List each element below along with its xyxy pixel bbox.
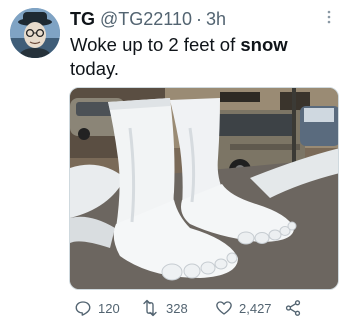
tweet-text-part: today. [70, 58, 120, 79]
reply-button[interactable]: 120 [74, 299, 120, 317]
retweet-icon [143, 299, 157, 317]
retweet-button[interactable]: 328 [140, 299, 188, 317]
tweet-photo[interactable] [69, 87, 339, 290]
like-button[interactable]: 2,427 [215, 299, 272, 317]
reply-icon [75, 301, 91, 316]
display-name[interactable]: TG [70, 9, 95, 30]
timestamp[interactable]: 3h [206, 9, 226, 30]
avatar[interactable] [10, 8, 60, 58]
more-icon[interactable] [326, 10, 332, 24]
tweet-text-part: Woke up to 2 feet of [70, 34, 241, 55]
separator-dot: · [196, 9, 202, 29]
like-count: 2,427 [239, 300, 272, 316]
tweet-card[interactable]: TG @TG22110 · 3h Woke up to 2 feet of sn… [0, 0, 340, 323]
user-handle[interactable]: @TG22110 [100, 9, 192, 30]
retweet-count: 328 [166, 300, 188, 316]
tweet-text-bold: snow [240, 34, 288, 55]
share-button[interactable] [284, 299, 308, 317]
share-icon [285, 300, 301, 316]
like-icon [216, 301, 232, 315]
tweet-text: Woke up to 2 feet of snow today. [70, 33, 332, 81]
tweet-header: TG @TG22110 · 3h [70, 9, 226, 31]
action-bar: 120 328 2,427 [70, 297, 332, 319]
reply-count: 120 [98, 300, 120, 316]
